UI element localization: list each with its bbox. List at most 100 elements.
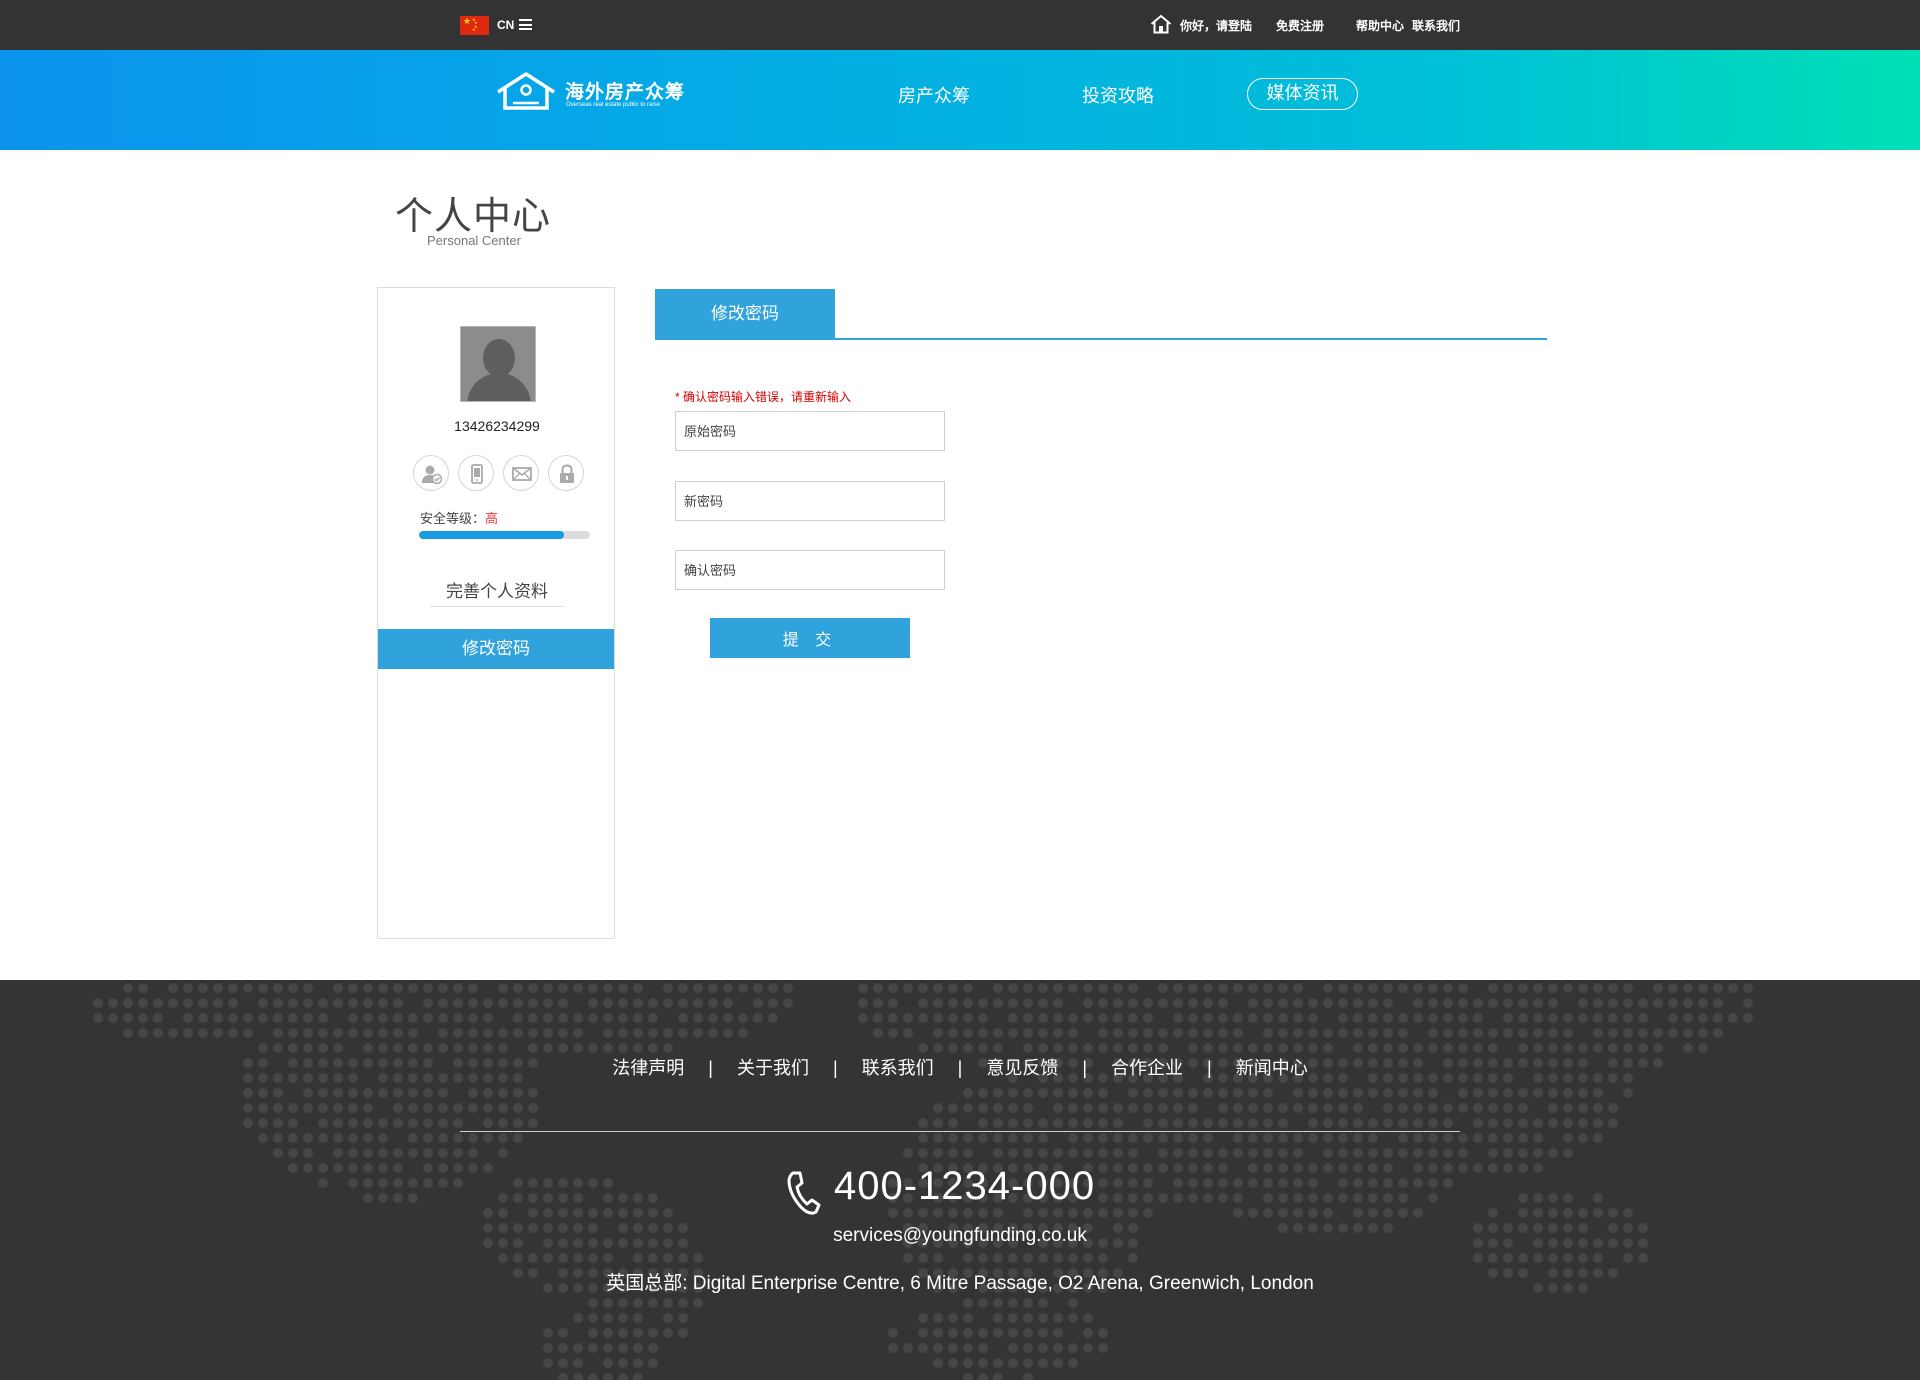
map-dot <box>1128 1088 1138 1098</box>
map-dot <box>438 1133 448 1143</box>
map-dot <box>393 1163 403 1173</box>
map-dot <box>1593 1013 1603 1023</box>
map-dot <box>513 1193 523 1203</box>
map-dot <box>528 1178 538 1188</box>
map-dot <box>1398 1028 1408 1038</box>
map-dot <box>603 1013 613 1023</box>
footer-link-feedback[interactable]: 意见反馈 <box>986 1054 1058 1080</box>
map-dot <box>1548 1148 1558 1158</box>
sidebar-item-change-password[interactable]: 修改密码 <box>378 629 614 669</box>
map-dot <box>1473 1163 1483 1173</box>
map-dot <box>1023 1118 1033 1128</box>
map-dot <box>1398 1148 1408 1158</box>
map-dot <box>258 1088 268 1098</box>
map-dot <box>483 1028 493 1038</box>
map-dot <box>918 1253 928 1263</box>
house-logo-icon[interactable] <box>495 70 557 112</box>
tab-change-password[interactable]: 修改密码 <box>655 289 835 339</box>
map-dot <box>648 1208 658 1218</box>
footer-separator: | <box>708 1058 713 1078</box>
map-dot <box>1398 1088 1408 1098</box>
map-dot <box>1368 1163 1378 1173</box>
map-dot <box>1263 1163 1273 1173</box>
footer-link-legal[interactable]: 法律声明 <box>612 1054 684 1080</box>
map-dot <box>258 1103 268 1113</box>
footer-link-contact[interactable]: 联系我们 <box>862 1054 934 1080</box>
map-dot <box>933 1253 943 1263</box>
map-dot <box>1233 1208 1243 1218</box>
map-dot <box>318 1133 328 1143</box>
nav-investment-guide[interactable]: 投资攻略 <box>1082 82 1154 108</box>
map-dot <box>1593 1133 1603 1143</box>
map-dot <box>573 1343 583 1353</box>
menu-icon[interactable] <box>519 19 532 30</box>
map-dot <box>933 1208 943 1218</box>
submit-button[interactable]: 提 交 <box>710 618 910 658</box>
confirm-password-field[interactable] <box>675 550 945 590</box>
map-dot <box>1083 1103 1093 1113</box>
map-dot <box>1308 1013 1318 1023</box>
map-dot <box>1428 1163 1438 1173</box>
map-dot <box>888 1208 898 1218</box>
home-icon[interactable] <box>1150 14 1172 34</box>
hotline-number: 400-1234-000 <box>834 1164 1096 1208</box>
map-dot <box>963 1043 973 1053</box>
map-dot <box>1218 1013 1228 1023</box>
footer-link-news[interactable]: 新闻中心 <box>1236 1054 1308 1080</box>
security-level-value: 高 <box>485 511 499 526</box>
map-dot <box>453 983 463 993</box>
map-dot <box>963 1343 973 1353</box>
map-dot <box>1413 1103 1423 1113</box>
sidebar-item-complete-profile[interactable]: 完善个人资料 <box>430 577 564 607</box>
avatar[interactable] <box>460 326 536 402</box>
map-dot <box>1488 1208 1498 1218</box>
map-dot <box>978 1133 988 1143</box>
lock-icon[interactable] <box>548 455 584 491</box>
old-password-field[interactable] <box>675 411 945 451</box>
map-dot <box>603 1028 613 1038</box>
map-dot <box>1368 1028 1378 1038</box>
china-flag-icon[interactable]: ★ ★ ★ ★ ★ <box>460 16 489 35</box>
map-dot <box>603 1373 613 1380</box>
mobile-icon[interactable] <box>458 455 494 491</box>
map-dot <box>648 1328 658 1338</box>
mail-icon[interactable] <box>503 455 539 491</box>
login-greeting-link[interactable]: 你好，请登陆 <box>1180 17 1252 34</box>
map-dot <box>528 998 538 1008</box>
map-dot <box>1398 1193 1408 1203</box>
nav-media-news[interactable]: 媒体资讯 <box>1247 78 1358 110</box>
nav-property-crowdfunding[interactable]: 房产众筹 <box>898 82 970 108</box>
map-dot <box>1278 1043 1288 1053</box>
user-verified-icon[interactable] <box>413 455 449 491</box>
map-dot <box>948 1028 958 1038</box>
map-dot <box>1428 1148 1438 1158</box>
footer-link-about[interactable]: 关于我们 <box>737 1054 809 1080</box>
map-dot <box>1278 1148 1288 1158</box>
footer-email[interactable]: services@youngfunding.co.uk <box>0 1225 1920 1247</box>
map-dot <box>1518 1118 1528 1128</box>
map-dot <box>1413 1163 1423 1173</box>
map-dot <box>483 1163 493 1173</box>
footer-link-partners[interactable]: 合作企业 <box>1111 1054 1183 1080</box>
help-center-link[interactable]: 帮助中心 <box>1356 17 1404 34</box>
map-dot <box>318 1043 328 1053</box>
map-dot <box>408 1013 418 1023</box>
map-dot <box>1323 1163 1333 1173</box>
map-dot <box>1263 1088 1273 1098</box>
map-dot <box>1008 1343 1018 1353</box>
map-dot <box>1428 1133 1438 1143</box>
map-dot <box>1023 1208 1033 1218</box>
register-link[interactable]: 免费注册 <box>1276 17 1324 34</box>
map-dot <box>498 983 508 993</box>
contact-us-link[interactable]: 联系我们 <box>1412 17 1460 34</box>
new-password-field[interactable] <box>675 481 945 521</box>
map-dot <box>663 1313 673 1323</box>
map-dot <box>468 1043 478 1053</box>
language-label[interactable]: CN <box>497 17 514 33</box>
map-dot <box>1233 1013 1243 1023</box>
logo-title[interactable]: 海外房产众筹 <box>565 77 685 104</box>
map-dot <box>948 1148 958 1158</box>
map-dot <box>603 1358 613 1368</box>
map-dot <box>933 1043 943 1053</box>
map-dot <box>1293 1043 1303 1053</box>
